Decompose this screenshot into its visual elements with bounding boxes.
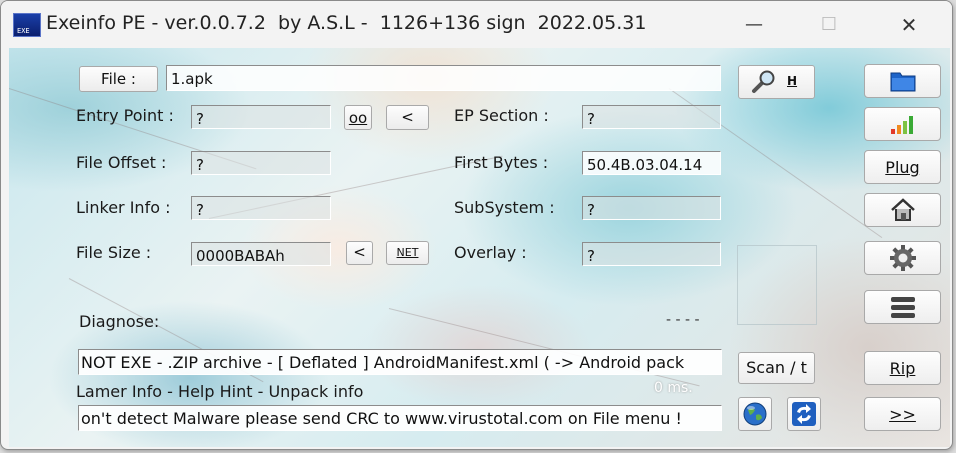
file-button[interactable]: File :	[79, 66, 158, 92]
next-button[interactable]: >>	[864, 397, 941, 431]
oo-button[interactable]: oo	[344, 105, 372, 130]
magnifier-icon	[752, 70, 775, 93]
minimize-button[interactable]: —	[734, 9, 774, 41]
scan-time-label: 0 ms.	[654, 380, 693, 396]
first-bytes-field[interactable]: 50.4B.03.04.14	[582, 151, 721, 175]
app-window: EXE Exeinfo PE - ver.0.0.7.2 by A.S.L - …	[0, 0, 953, 450]
scan-button[interactable]: Scan / t	[738, 352, 815, 384]
file-size-label: File Size :	[76, 243, 152, 262]
file-size-field[interactable]: 0000BABAh	[191, 242, 331, 266]
home-button[interactable]	[864, 193, 941, 227]
overlay-field[interactable]: ?	[582, 242, 721, 266]
web-button[interactable]	[738, 397, 772, 431]
hint-field[interactable]: on't detect Malware please send CRC to w…	[78, 405, 722, 431]
menu-button[interactable]	[864, 290, 941, 324]
close-button[interactable]: ✕	[889, 9, 929, 41]
globe-icon	[743, 402, 767, 426]
stack-icon	[890, 297, 915, 318]
diagnose-result-field[interactable]: NOT EXE - .ZIP archive - [ Deflated ] An…	[78, 349, 722, 375]
ep-back-button[interactable]: <	[386, 105, 429, 130]
plug-button[interactable]: Plug	[864, 150, 941, 184]
net-button[interactable]: NET	[386, 241, 429, 265]
app-icon: EXE	[13, 13, 41, 37]
settings-button[interactable]	[864, 241, 941, 275]
ep-section-field[interactable]: ?	[582, 105, 721, 129]
subsystem-field[interactable]: ?	[582, 196, 721, 220]
search-hotkey-label: H	[787, 74, 798, 88]
maximize-button[interactable]: ☐	[809, 9, 849, 41]
subsystem-label: SubSystem :	[454, 198, 555, 217]
first-bytes-label: First Bytes :	[454, 153, 549, 172]
refresh-arrows-icon	[792, 402, 816, 426]
entry-point-field[interactable]: ?	[191, 105, 331, 129]
diagnose-label: Diagnose:	[79, 312, 160, 331]
folder-icon	[890, 72, 915, 92]
main-panel: File : 1.apk H Entry Point : ? oo < EP S…	[9, 48, 950, 447]
home-icon	[890, 198, 915, 221]
gear-icon	[889, 245, 916, 271]
linker-info-label: Linker Info :	[76, 198, 171, 217]
rip-button[interactable]: Rip	[864, 351, 941, 385]
file-offset-field[interactable]: ?	[191, 151, 331, 175]
size-back-button[interactable]: <	[346, 241, 373, 265]
overlay-label: Overlay :	[454, 243, 527, 262]
linker-info-field[interactable]: ?	[191, 196, 331, 220]
lamer-info-link[interactable]: Lamer Info - Help Hint - Unpack info	[76, 382, 363, 401]
preview-box	[737, 245, 817, 325]
file-offset-label: File Offset :	[76, 153, 167, 172]
signal-bars-icon	[890, 116, 913, 134]
window-title: Exeinfo PE - ver.0.0.7.2 by A.S.L - 1126…	[46, 12, 647, 34]
diagnose-dashes: - - - -	[666, 312, 700, 328]
refresh-button[interactable]	[787, 397, 821, 431]
entry-point-label: Entry Point :	[76, 106, 174, 125]
title-bar: EXE Exeinfo PE - ver.0.0.7.2 by A.S.L - …	[1, 1, 952, 48]
stats-button[interactable]	[864, 107, 941, 141]
search-button[interactable]: H	[738, 65, 815, 99]
open-button[interactable]	[864, 64, 941, 98]
ep-section-label: EP Section :	[454, 106, 549, 125]
file-path-field[interactable]: 1.apk	[166, 65, 721, 91]
